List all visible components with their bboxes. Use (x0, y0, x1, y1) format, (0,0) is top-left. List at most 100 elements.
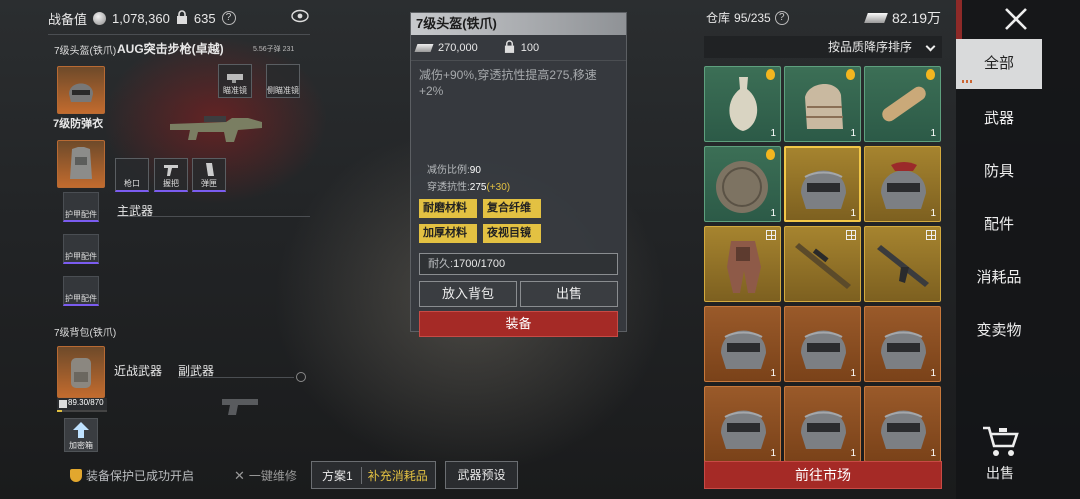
close-icon[interactable] (1003, 6, 1029, 37)
muzzle-slot[interactable]: 枪口 (115, 158, 149, 192)
encrypted-case-slot[interactable]: 加密箱 (64, 418, 98, 452)
secondary-divider (178, 377, 294, 378)
warehouse-item[interactable]: 1 (704, 66, 781, 142)
warehouse-item[interactable]: 1 (864, 386, 941, 462)
warehouse-item[interactable] (864, 226, 941, 302)
armor-label: 7级防弹衣 (53, 118, 104, 130)
warehouse-item[interactable]: 1 (704, 386, 781, 462)
helmet-icon (69, 83, 93, 102)
inventory-screen: { "topbar": { "combat_value_label": "战备值… (0, 0, 1080, 499)
help-icon[interactable]: ? (774, 10, 789, 25)
trait-tag: 耐磨材料 (419, 199, 477, 218)
plan-selector[interactable]: 方案1 补充消耗品 (311, 461, 436, 489)
item-count: 1 (850, 128, 856, 139)
sidebar-item-consumables[interactable]: 消耗品 (956, 266, 1042, 287)
combat-value-bar: 战备值 1,078,360 635 ? (48, 8, 236, 28)
grip-slot[interactable]: 握把 (154, 158, 188, 192)
warehouse-item[interactable]: 1 (784, 146, 861, 222)
gourd-icon (766, 149, 775, 160)
lock-icon (176, 9, 188, 27)
armor-part-slot-1[interactable]: 护甲配件 (63, 192, 99, 222)
sidebar-item-sellables[interactable]: 变卖物 (956, 319, 1042, 340)
warehouse-item[interactable]: 1 (784, 66, 861, 142)
warehouse-capacity: 仓库 95/235 ? (706, 9, 789, 26)
item-count: 1 (850, 368, 856, 379)
upload-arrow-icon (73, 422, 89, 438)
pistol-image (220, 395, 260, 422)
sidebar-item-attachments[interactable]: 配件 (956, 213, 1042, 234)
durability-bar: 耐久:1700/1700 (419, 253, 618, 275)
helmet-slot[interactable] (57, 66, 105, 114)
lock-icon (59, 400, 67, 408)
backpack-capacity: 89.30/870 (57, 398, 107, 410)
eye-icon[interactable] (291, 9, 309, 28)
sell-button[interactable]: 出售 (520, 281, 618, 307)
put-in-bag-button[interactable]: 放入背包 (419, 281, 517, 307)
warehouse-item[interactable]: 1 (704, 306, 781, 382)
cart-icon (983, 426, 1019, 456)
backpack-capacity-bar (57, 410, 107, 412)
armor-slot[interactable] (57, 140, 105, 188)
wrench-icon: ✕ (234, 467, 245, 483)
side-scope-slot[interactable]: 侧瞄准镜 (266, 64, 300, 98)
helmet-slot-label: 7级头盔(铁爪) (54, 46, 117, 57)
trait-tag: 夜视目镜 (483, 224, 541, 243)
warehouse-item[interactable]: 1 (864, 66, 941, 142)
item-count: 1 (930, 368, 936, 379)
scope-icon (227, 74, 243, 83)
weapon-ammo: 5.56子弹 231 (253, 46, 295, 53)
item-title: 7级头盔(铁爪) (411, 13, 626, 35)
trait-tag: 加厚材料 (419, 224, 477, 243)
item-count: 1 (770, 128, 776, 139)
item-detail-popup: 7级头盔(铁爪) 270,000 100 减伤+90%,穿透抗性提高275,移速… (410, 12, 627, 337)
pen-resist-stat: 穿透抗性:275(+30) (427, 182, 511, 193)
warehouse-item[interactable]: 1 (704, 146, 781, 222)
magazine-icon (206, 163, 214, 176)
armor-part-slot-3[interactable]: 护甲配件 (63, 276, 99, 306)
warehouse-item[interactable] (784, 226, 861, 302)
backpack-icon (71, 358, 91, 388)
item-count: 1 (850, 208, 856, 219)
help-icon[interactable]: ? (221, 11, 236, 25)
shield-check-icon (70, 469, 82, 482)
top-divider (48, 34, 310, 35)
grip-icon (164, 165, 178, 176)
sidebar-accent (956, 0, 962, 40)
warehouse-item[interactable] (704, 226, 781, 302)
item-count: 1 (770, 448, 776, 459)
repair-all-button[interactable]: ✕ 一键维修 (234, 467, 297, 484)
warehouse-item[interactable]: 1 (864, 306, 941, 382)
main-weapon-divider (117, 216, 310, 217)
silver-bar-icon (414, 43, 434, 52)
scope-slot[interactable]: 瞄准镜 (218, 64, 252, 98)
item-count: 1 (930, 208, 936, 219)
weapon-name: AUG突击步枪(卓越) (117, 42, 224, 56)
sort-dropdown[interactable]: 按品质降序排序 (704, 36, 942, 58)
warehouse-item[interactable]: 1 (784, 386, 861, 462)
combat-value: 1,078,360 (112, 10, 170, 26)
warehouse-item[interactable]: 1 (864, 146, 941, 222)
item-count: 1 (770, 368, 776, 379)
gourd-icon (846, 69, 855, 80)
grid-size-icon (766, 230, 776, 240)
sidebar-item-armor[interactable]: 防具 (956, 160, 1042, 181)
assault-rifle-icon (170, 116, 262, 142)
sell-cart-button[interactable]: 出售 (978, 424, 1022, 483)
coin-icon (93, 11, 107, 25)
secondary-clear-icon[interactable] (296, 372, 306, 382)
magazine-slot[interactable]: 弹匣 (192, 158, 226, 192)
armor-vest-icon (70, 147, 92, 179)
item-count: 1 (930, 128, 936, 139)
item-count: 1 (770, 208, 776, 219)
sidebar-item-weapons[interactable]: 武器 (956, 107, 1042, 128)
warehouse-item[interactable]: 1 (784, 306, 861, 382)
go-to-market-button[interactable]: 前往市场 (704, 461, 942, 489)
melee-weapon-label: 近战武器 (114, 364, 163, 378)
item-price: 270,000 (438, 41, 478, 54)
backpack-slot[interactable] (57, 346, 105, 398)
weapon-preset-button[interactable]: 武器预设 (445, 461, 518, 489)
grid-size-icon (926, 230, 936, 240)
equip-button[interactable]: 装备 (419, 311, 618, 337)
item-description: 减伤+90%,穿透抗性提高275,移速+2% (419, 68, 597, 98)
armor-part-slot-2[interactable]: 护甲配件 (63, 234, 99, 264)
